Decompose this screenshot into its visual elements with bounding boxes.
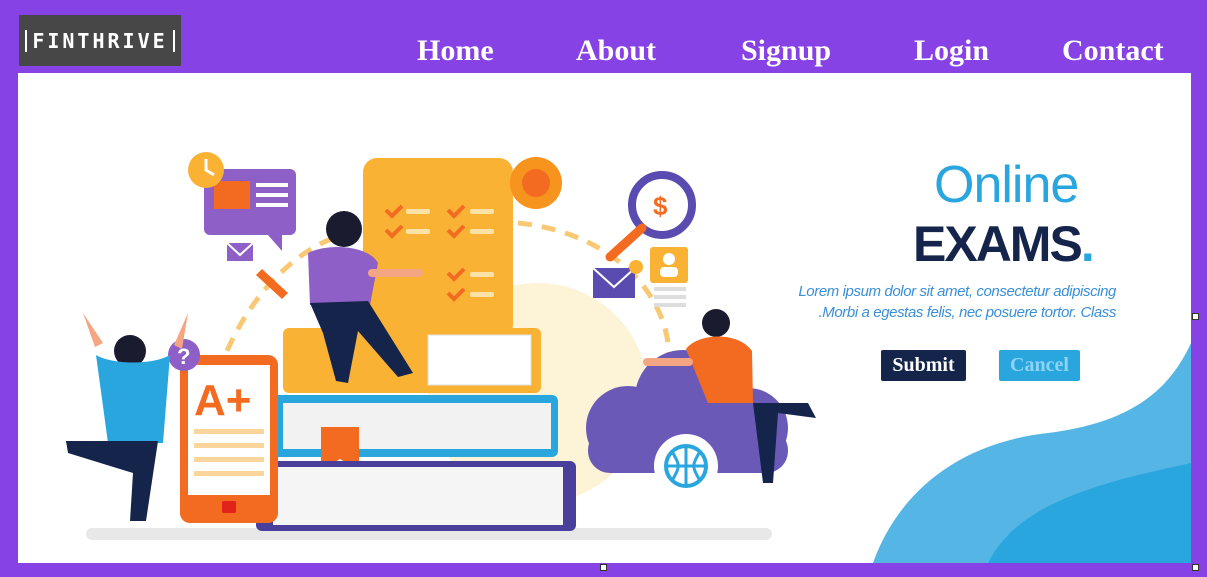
- checklist-scroll: [363, 158, 513, 338]
- nav-contact-link[interactable]: Contact: [1062, 34, 1164, 68]
- resize-handle[interactable]: [1192, 564, 1199, 571]
- hero-title-online: Online: [934, 156, 1079, 214]
- magnifier-dollar-icon: $: [605, 171, 696, 262]
- nav-about-link[interactable]: About: [576, 34, 656, 68]
- hero-description: Lorem ipsum dolor sit amet, consectetur …: [798, 283, 1116, 321]
- globe-icon: [654, 434, 718, 498]
- grade-label: A+: [194, 376, 251, 425]
- nav-home-link[interactable]: Home: [417, 34, 494, 68]
- nav-login-link[interactable]: Login: [914, 34, 989, 68]
- nav-signup-link[interactable]: Signup: [741, 34, 831, 68]
- main-nav: Home About Signup Login Contact: [0, 34, 1207, 74]
- profile-card-icon: [650, 247, 688, 307]
- clock-icon: [188, 152, 224, 188]
- hero-panel: A+ ? $ Online EXAMS. Lorem ipsum dolor s…: [18, 73, 1191, 563]
- resize-handle[interactable]: [1192, 313, 1199, 320]
- student-girl-left: [66, 313, 188, 521]
- svg-text:?: ?: [177, 344, 190, 369]
- hero-title-exams: EXAMS.: [913, 216, 1095, 272]
- mail-icon: [226, 242, 254, 261]
- svg-text:$: $: [653, 191, 668, 221]
- submit-button[interactable]: Submit: [881, 350, 966, 381]
- cancel-button[interactable]: Cancel: [999, 350, 1080, 381]
- resize-handle[interactable]: [600, 564, 607, 571]
